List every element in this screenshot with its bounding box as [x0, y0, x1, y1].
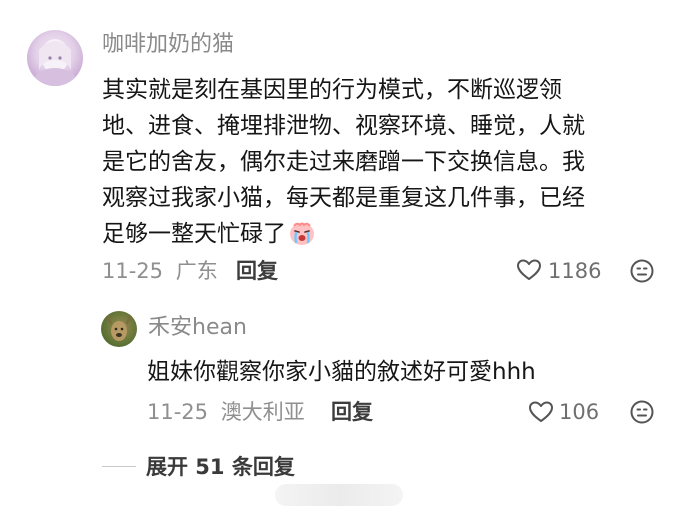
reply-avatar-image [106, 314, 132, 341]
comment-body-line: 地、进食、掩埋排泄物、视察环境、睡觉，人就 [102, 113, 585, 139]
reply-author[interactable]: 禾安hean [148, 313, 247, 343]
comment-body-line: 其实就是刻在基因里的行为模式，不断巡逻领 [102, 77, 562, 103]
comment-body: 其实就是刻在基因里的行为模式，不断巡逻领 地、进食、掩埋排泄物、视察环境、睡觉，… [102, 72, 662, 257]
reply-body: 姐妹你觀察你家小貓的敘述好可愛hhh [147, 359, 536, 385]
reply-location: 澳大利亚 [220, 400, 305, 424]
avatar[interactable] [27, 30, 83, 86]
watermark-bar [275, 484, 403, 506]
reply-avatar[interactable] [101, 311, 137, 347]
comment-body-line-last: 足够一整天忙碌了 [102, 216, 662, 257]
comment-body-line-text: 足够一整天忙碌了 [102, 221, 286, 247]
like-count: 1186 [548, 259, 602, 283]
reply-button[interactable]: 回复 [236, 257, 278, 285]
comment-meta: 11-25 广东 [102, 257, 218, 285]
reply-meta: 11-25 澳大利亚 [147, 398, 305, 426]
expand-replies-button[interactable]: 展开 51 条回复 [146, 453, 295, 481]
reply-like-count: 106 [559, 400, 600, 424]
dislike-face-icon[interactable] [629, 258, 655, 284]
comment-date: 11-25 [102, 259, 164, 283]
comment-location: 广东 [175, 259, 218, 283]
expand-divider [102, 466, 136, 467]
heart-icon[interactable] [516, 258, 542, 282]
reply-dislike-face-icon[interactable] [629, 399, 655, 425]
comment-author[interactable]: 咖啡加奶的猫 [102, 30, 234, 60]
reply-reply-button[interactable]: 回复 [331, 398, 373, 426]
comment-body-line: 观察过我家小猫，每天都是重复这几件事，已经 [102, 185, 585, 211]
crying-face-emoji-icon [288, 220, 316, 257]
reply-heart-icon[interactable] [528, 400, 554, 424]
comment-body-line: 是它的舍友，偶尔走过来磨蹭一下交换信息。我 [102, 149, 585, 175]
avatar-image [33, 39, 77, 86]
reply-date: 11-25 [147, 400, 209, 424]
